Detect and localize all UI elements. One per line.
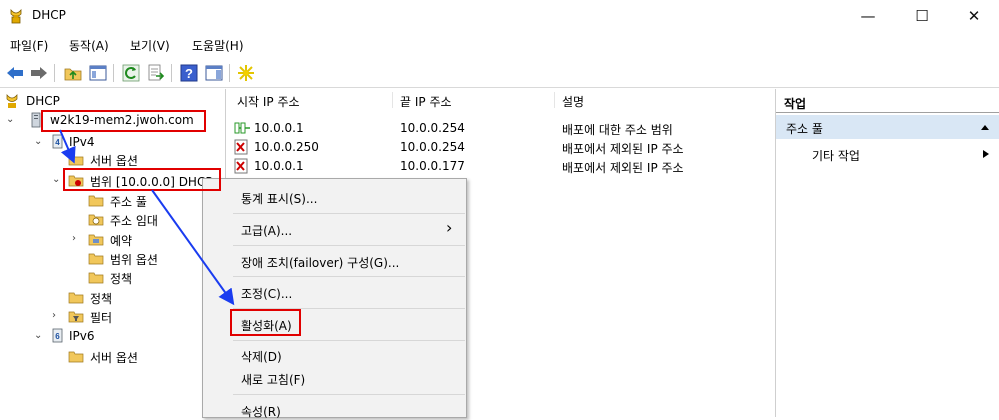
toolbar-separator <box>113 64 114 82</box>
filter-folder-icon <box>68 311 84 323</box>
dhcp-trophy-icon <box>6 94 18 108</box>
actions-header-label: 작업 <box>784 97 807 111</box>
options-folder-icon <box>68 351 84 363</box>
server-icon <box>31 112 41 128</box>
excluded-range-icon <box>234 158 248 174</box>
toolbar-separator <box>229 64 230 82</box>
tree-node-ipv6-server-options[interactable]: 서버 옵션 <box>68 347 188 366</box>
address-leases-folder-icon <box>88 214 104 226</box>
actions-section-address-pool[interactable]: 주소 풀 <box>776 115 999 139</box>
maximize-button[interactable]: ☐ <box>899 0 945 32</box>
forward-arrow-icon[interactable] <box>29 63 49 83</box>
scope-options-folder-icon <box>88 253 104 265</box>
svg-text:4: 4 <box>55 138 60 147</box>
menu-separator <box>233 213 465 214</box>
ctx-advanced[interactable]: 고급(A)... <box>241 222 292 239</box>
svg-text:?: ? <box>185 66 193 81</box>
menu-bar: 파일(F) 동작(A) 보기(V) 도움말(H) <box>0 33 999 57</box>
expand-chevron-icon[interactable]: › <box>72 233 82 244</box>
toolbar: ? <box>0 58 999 88</box>
svg-text:6: 6 <box>55 332 60 341</box>
title-bar: DHCP — ☐ ✕ <box>0 0 999 32</box>
tree-node-scope-policies[interactable]: 정책 <box>88 268 208 287</box>
collapse-caret-icon[interactable] <box>980 123 990 131</box>
ctx-show-statistics[interactable]: 통계 표시(S)... <box>241 190 317 207</box>
tree-node-address-leases[interactable]: 주소 임대 <box>88 210 208 229</box>
toolbar-separator <box>54 64 55 82</box>
tree-node-scope-options[interactable]: 범위 옵션 <box>88 249 208 268</box>
properties-pane-icon[interactable] <box>204 63 224 83</box>
address-pool-folder-icon <box>88 195 104 207</box>
menu-separator <box>233 394 465 395</box>
ctx-properties[interactable]: 속성(R) <box>241 403 281 420</box>
tree-node-address-pool[interactable]: 주소 풀 <box>88 191 208 210</box>
up-folder-icon[interactable] <box>63 63 83 83</box>
close-button[interactable]: ✕ <box>951 0 997 32</box>
export-list-icon[interactable] <box>146 63 166 83</box>
scope-folder-icon <box>68 175 84 187</box>
ctx-activate[interactable]: 활성화(A) <box>241 317 292 334</box>
table-row[interactable]: 10.0.0.1 10.0.0.177 배포에서 제외된 IP 주소 <box>232 157 762 175</box>
actions-header: 작업 <box>776 93 999 113</box>
excluded-range-icon <box>234 139 248 155</box>
menu-separator <box>233 276 465 277</box>
ctx-refresh[interactable]: 새로 고침(F) <box>241 371 305 388</box>
policies-folder-icon <box>68 292 84 304</box>
help-icon[interactable]: ? <box>179 63 199 83</box>
expand-chevron-icon[interactable]: › <box>52 310 62 321</box>
tree-node-dhcp[interactable]: DHCP <box>4 92 204 111</box>
tree-node-filters[interactable]: › 필터 <box>52 307 172 326</box>
menu-view[interactable]: 보기(V) <box>130 37 170 54</box>
dhcp-app-icon <box>10 8 22 24</box>
tree-node-server-options[interactable]: 서버 옵션 <box>68 150 218 169</box>
context-menu: 통계 표시(S)... 고급(A)... › 장애 조치(failover) 구… <box>202 178 467 420</box>
menu-separator <box>233 340 465 341</box>
console-tree: DHCP ⌄ w2k19-mem2.jwoh.com ⌄ 4 IPv4 서버 옵… <box>0 89 226 417</box>
toolbar-separator <box>171 64 172 82</box>
column-separator[interactable] <box>392 92 393 108</box>
menu-action[interactable]: 동작(A) <box>69 37 109 54</box>
minimize-button[interactable]: — <box>845 0 891 32</box>
actions-more-actions[interactable]: 기타 작업 <box>776 143 999 165</box>
window-title: DHCP <box>32 8 66 22</box>
ctx-reconcile[interactable]: 조정(C)... <box>241 285 292 302</box>
ctx-delete[interactable]: 삭제(D) <box>241 348 282 365</box>
tree-node-server[interactable]: ⌄ w2k19-mem2.jwoh.com <box>6 111 206 130</box>
menu-separator <box>233 308 465 309</box>
collapse-chevron-icon[interactable]: ⌄ <box>34 136 44 147</box>
collapse-chevron-icon[interactable]: ⌄ <box>6 114 16 125</box>
more-actions-label: 기타 작업 <box>812 149 860 163</box>
actions-pane: 작업 주소 풀 기타 작업 <box>775 89 999 417</box>
submenu-arrow-icon <box>983 150 989 158</box>
actions-section-label: 주소 풀 <box>786 122 823 136</box>
tree-node-ipv6[interactable]: ⌄ 6 IPv6 <box>34 327 154 346</box>
show-hide-tree-icon[interactable] <box>88 63 108 83</box>
menu-separator <box>233 245 465 246</box>
collapse-chevron-icon[interactable]: ⌄ <box>34 330 44 341</box>
reservations-folder-icon <box>88 234 104 246</box>
menu-help[interactable]: 도움말(H) <box>192 37 244 54</box>
tree-node-scope[interactable]: ⌄ 범위 [10.0.0.0] DHCP <box>52 171 222 190</box>
policies-folder-icon <box>88 272 104 284</box>
ipv6-icon: 6 <box>52 328 63 343</box>
tree-node-policies[interactable]: 정책 <box>68 288 188 307</box>
refresh-icon[interactable] <box>121 63 141 83</box>
submenu-chevron-icon: › <box>446 218 453 237</box>
column-header-description[interactable]: 설명 <box>562 93 584 110</box>
address-range-icon <box>234 122 250 134</box>
column-separator[interactable] <box>554 92 555 108</box>
back-arrow-icon[interactable] <box>5 63 25 83</box>
table-row[interactable]: 10.0.0.1 10.0.0.254 배포에 대한 주소 범위 <box>232 119 762 137</box>
options-folder-icon <box>68 154 84 166</box>
column-header-end-ip[interactable]: 끝 IP 주소 <box>400 93 452 110</box>
collapse-chevron-icon[interactable]: ⌄ <box>52 174 62 185</box>
menu-file[interactable]: 파일(F) <box>10 37 48 54</box>
activate-star-icon[interactable] <box>236 63 256 83</box>
ipv4-icon: 4 <box>52 134 63 149</box>
table-row[interactable]: 10.0.0.250 10.0.0.254 배포에서 제외된 IP 주소 <box>232 138 762 156</box>
ctx-configure-failover[interactable]: 장애 조치(failover) 구성(G)... <box>241 254 399 271</box>
tree-node-reservations[interactable]: › 예약 <box>72 230 192 249</box>
column-header-start-ip[interactable]: 시작 IP 주소 <box>237 93 300 110</box>
